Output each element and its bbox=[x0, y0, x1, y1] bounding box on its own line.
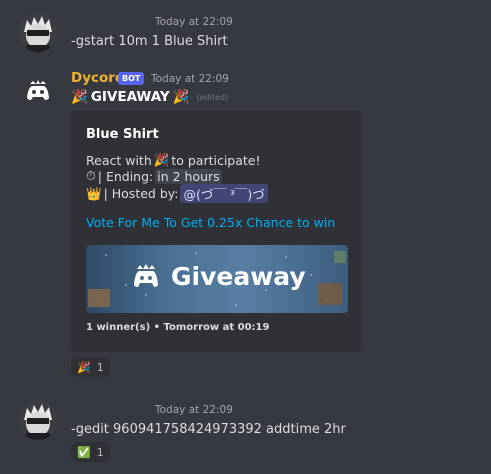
ending-label: | Ending: bbox=[97, 168, 154, 184]
host-label: | Hosted by: bbox=[103, 186, 179, 201]
ending-value: in 2 hours bbox=[155, 168, 222, 184]
vote-link[interactable]: Vote For Me To Get 0.25x Chance to win bbox=[86, 215, 335, 230]
user-avatar[interactable] bbox=[18, 400, 58, 440]
embed-footer: 1 winner(s) • Tomorrow at 00:19 bbox=[86, 322, 270, 333]
message-timestamp: Today at 22:09 bbox=[155, 404, 233, 416]
message-gedit: Today at 22:09 -gedit 960941758424973392… bbox=[0, 395, 491, 474]
message-gstart: Today at 22:09 -gstart 10m 1 Blue Shirt bbox=[0, 0, 491, 60]
embed-line-host: 👑 | Hosted by: @(づ￣ ³￣)づ bbox=[86, 184, 268, 203]
party-popper-icon: 🎉 bbox=[153, 152, 170, 167]
reaction-check[interactable]: ✅ 1 bbox=[71, 442, 110, 462]
party-popper-icon: 🎉 bbox=[77, 360, 91, 374]
reaction-party[interactable]: 🎉 1 bbox=[71, 357, 110, 377]
message-timestamp: Today at 22:09 bbox=[155, 16, 233, 28]
check-mark-button-icon: ✅ bbox=[77, 445, 91, 459]
message-text: -gedit 960941758424973392 addtime 2hr bbox=[71, 422, 346, 437]
message-text: -gstart 10m 1 Blue Shirt bbox=[71, 34, 228, 49]
embed-line-react: React with 🎉 to participate! bbox=[86, 152, 261, 168]
participate-text: to participate! bbox=[171, 152, 261, 168]
headline-text: GIVEAWAY bbox=[90, 89, 170, 105]
bot-avatar[interactable] bbox=[18, 72, 58, 112]
embed-line-ending: ⏱ | Ending: in 2 hours bbox=[86, 168, 222, 184]
giveaway-headline: 🎉 GIVEAWAY 🎉 (edited) bbox=[71, 89, 228, 105]
reaction-count: 1 bbox=[96, 360, 104, 374]
edited-label: (edited) bbox=[196, 92, 229, 102]
giveaway-embed: Blue Shirt React with 🎉 to participate! … bbox=[71, 110, 361, 352]
message-timestamp: Today at 22:09 bbox=[151, 73, 229, 85]
reaction-count: 1 bbox=[96, 445, 104, 459]
crown-icon: 👑 bbox=[86, 185, 102, 201]
party-popper-icon: 🎉 bbox=[71, 89, 88, 105]
banner-text: Giveaway bbox=[171, 262, 306, 291]
message-bot-giveaway: Dycord BOT Today at 22:09 🎉 GIVEAWAY 🎉 (… bbox=[0, 70, 491, 380]
bot-username[interactable]: Dycord bbox=[71, 70, 125, 86]
giveaway-banner-image[interactable]: Giveaway bbox=[86, 245, 348, 313]
stopwatch-icon: ⏱ bbox=[86, 168, 96, 183]
bot-badge: BOT bbox=[118, 72, 145, 85]
party-popper-icon: 🎉 bbox=[172, 89, 190, 105]
react-text: React with bbox=[86, 152, 152, 168]
host-mention[interactable]: @(づ￣ ³￣)づ bbox=[180, 184, 268, 203]
user-avatar[interactable] bbox=[18, 12, 58, 52]
embed-title: Blue Shirt bbox=[86, 127, 159, 142]
